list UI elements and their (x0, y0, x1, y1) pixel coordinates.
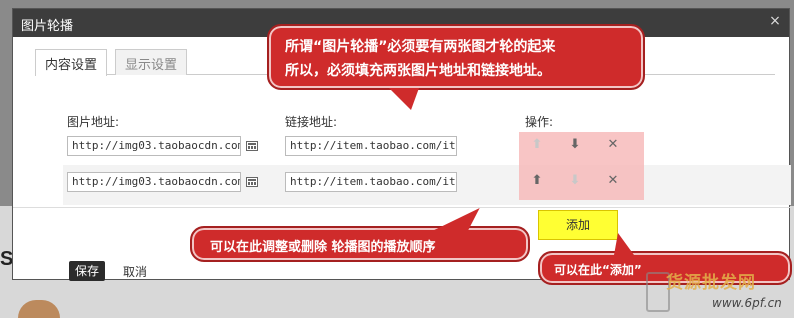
callout-line: 所谓“图片轮播”必须要有两张图才轮的起来 (285, 39, 556, 55)
link-url-input[interactable]: http://item.taobao.com/item. (285, 172, 457, 192)
callout-two-images-required: 所谓“图片轮播”必须要有两张图才轮的起来 所以，必须填充两张图片地址和链接地址。 (267, 24, 645, 110)
close-icon[interactable]: × (767, 13, 783, 29)
watermark: 货源批发网 www.6pf.cn (644, 260, 794, 318)
callout-tail (389, 88, 419, 110)
callout-text: 可以在此“添加” (554, 263, 642, 277)
arrow-up-icon[interactable]: ⬆ (529, 137, 545, 153)
close-icon[interactable]: ✕ (605, 173, 621, 189)
dialog-title: 图片轮播 (21, 19, 74, 34)
save-button[interactable]: 保存 (69, 261, 105, 281)
tab-display-settings[interactable]: 显示设置 (115, 49, 188, 75)
image-url-input[interactable]: http://img03.taobaocdn.com/ (67, 136, 241, 156)
callout-text: 可以在此调整或删除 轮播图的播放顺序 (210, 240, 436, 255)
image-browse-icon[interactable] (246, 177, 258, 187)
image-url-input[interactable]: http://img03.taobaocdn.com/ (67, 172, 241, 192)
dialog-divider (13, 207, 791, 208)
watermark-url: www.6pf.cn (712, 296, 782, 310)
link-url-input[interactable]: http://item.taobao.com/item. (285, 136, 457, 156)
arrow-down-icon[interactable]: ⬇ (567, 173, 583, 189)
callout-tail (614, 233, 634, 255)
cancel-button[interactable]: 取消 (123, 263, 147, 280)
image-browse-icon[interactable] (246, 141, 258, 151)
watermark-text: 货源批发网 (666, 273, 756, 293)
callout-line: 所以，必须填充两张图片地址和链接地址。 (285, 63, 551, 79)
callout-reorder-delete: 可以在此调整或删除 轮播图的播放顺序 (190, 208, 530, 262)
arrow-down-icon[interactable]: ⬇ (567, 137, 583, 153)
tab-content-settings[interactable]: 内容设置 (35, 49, 108, 76)
arrow-up-icon[interactable]: ⬆ (529, 173, 545, 189)
add-button[interactable]: 添加 (538, 210, 618, 240)
close-icon[interactable]: ✕ (605, 137, 621, 153)
